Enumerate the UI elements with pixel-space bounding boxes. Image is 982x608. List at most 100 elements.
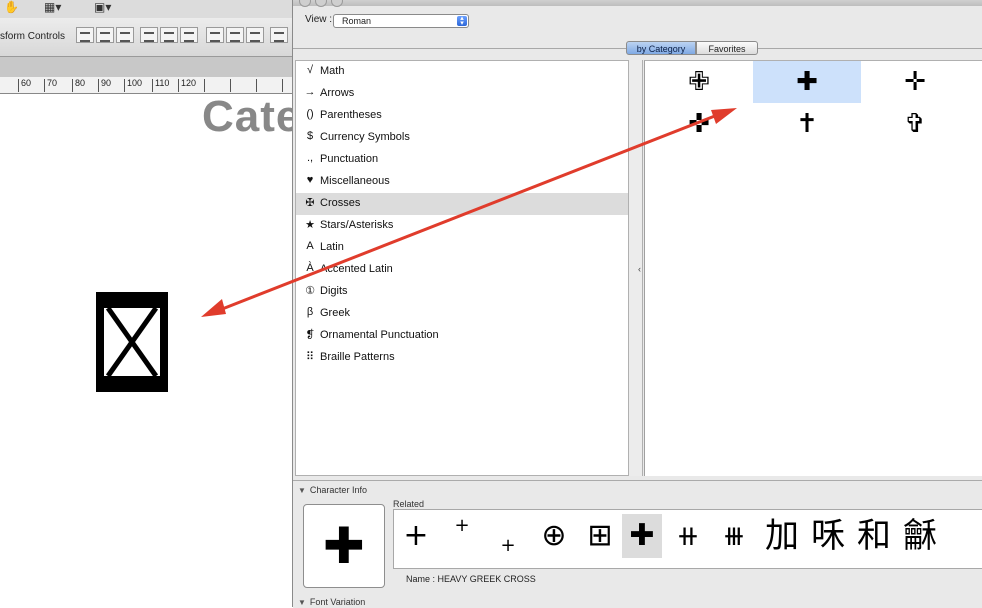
document-tab-strip [0,57,292,78]
ruler-label: 80 [75,78,86,88]
close-window-icon[interactable] [299,0,311,7]
ruler-label: 110 [155,78,170,88]
panel-layout-icon[interactable]: ▦▾ [44,0,61,14]
align-left-button[interactable] [140,27,158,43]
glyph-cell[interactable]: ✜ [645,103,753,145]
glyph-grid: ✙ ✚ ✛ ✜ ✝ ✞ [644,60,982,476]
ruler-label: 90 [101,78,112,88]
glyph-cell[interactable]: ✛ [861,61,969,103]
document-caption-text: Cate [202,92,302,141]
category-list: √ Math → Arrows () Parentheses $ Currency Sy… [295,60,629,476]
align-right-button[interactable] [180,27,198,43]
related-char[interactable]: 加 [760,514,804,558]
character-info-label: Character Info [309,485,367,495]
maltese-cross-icon: ✠ [305,197,315,209]
transform-controls-label: sform Controls [0,31,66,42]
align-top-button[interactable] [76,27,94,43]
arrow-icon: → [304,86,316,98]
parentheses-icon: () [306,108,314,120]
category-item-greek[interactable]: β Greek [296,303,628,325]
related-char[interactable]: 龢 [898,514,942,558]
view-select-value: Roman [342,16,372,26]
related-char[interactable]: 咊 [806,514,850,558]
related-char[interactable]: ⊞ [580,514,620,558]
font-variation-disclosure[interactable]: ▼ Font Variation [298,597,365,607]
tab-by-category[interactable]: by Category [626,41,696,55]
background-app-window: ✋ ▦▾ ▣▾ sform Controls 60 70 80 90 100 1… [0,0,300,607]
category-label: Parentheses [320,109,382,121]
align-bottom-button[interactable] [116,27,134,43]
ruler-label: 100 [127,78,143,88]
category-label: Ornamental Punctuation [320,329,439,341]
window-titlebar[interactable] [293,0,982,7]
category-item-accented-latin[interactable]: À Accented Latin [296,259,628,281]
related-char[interactable]: + [488,524,528,568]
screen-mode-icon[interactable]: ▣▾ [94,0,111,14]
category-label: Digits [320,285,348,297]
category-label: Braille Patterns [320,351,395,363]
characters-window: View : Roman ▴ ▾ by Category Favorites √ M… [292,0,982,608]
category-label: Math [320,65,345,77]
related-label: Related [393,499,425,509]
category-item-stars-asterisks[interactable]: ★ Stars/Asterisks [296,215,628,237]
view-select[interactable]: Roman ▴ ▾ [333,14,469,28]
transform-controls-bar: sform Controls [0,18,292,57]
character-info-disclosure[interactable]: ▼ Character Info [298,485,367,495]
category-item-crosses[interactable]: ✠ Crosses [296,193,628,215]
related-char[interactable]: ⧻ [714,514,754,558]
name-label: Name : [406,574,436,584]
related-char-selected[interactable]: ✚ [622,514,662,558]
related-char[interactable]: + [396,514,436,558]
tab-favorites[interactable]: Favorites [696,41,758,55]
accented-letter-icon: À [306,262,314,274]
braille-icon: ⠿ [305,351,315,363]
category-label: Miscellaneous [320,175,390,187]
circled-digit-icon: ① [305,285,315,297]
ruler-label: 120 [181,78,197,88]
related-char[interactable]: 和 [852,514,896,558]
pilcrow-icon: ❡ [305,329,315,341]
category-item-digits[interactable]: ① Digits [296,281,628,303]
align-middle-button[interactable] [96,27,114,43]
punctuation-icon: ., [306,152,314,164]
category-item-arrows[interactable]: → Arrows [296,83,628,105]
category-item-parentheses[interactable]: () Parentheses [296,105,628,127]
category-label: Stars/Asterisks [320,219,394,231]
related-char[interactable]: ⊕ [534,514,574,558]
glyph-cell[interactable]: ✞ [861,103,969,145]
category-label: Arrows [320,87,355,99]
related-characters-strip: + + + ⊕ ⊞ ✚ ⧺ ⧻ 加 咊 和 龢 [393,509,982,569]
pane-splitter-handle[interactable]: ‹ [638,264,641,274]
category-label: Latin [320,241,344,253]
minimize-window-icon[interactable] [315,0,327,7]
category-item-braille-patterns[interactable]: ⠿ Braille Patterns [296,347,628,369]
glyph-cell[interactable]: ✝ [753,103,861,145]
category-label: Punctuation [320,153,379,165]
glyph-cell-selected[interactable]: ✚ [753,61,861,103]
category-item-miscellaneous[interactable]: ♥ Miscellaneous [296,171,628,193]
distribute-middle-button[interactable] [226,27,244,43]
disclosure-triangle-icon: ▼ [298,486,306,495]
related-char[interactable]: ⧺ [668,514,708,558]
category-label: Accented Latin [320,263,393,275]
distribute-left-button[interactable] [270,27,288,43]
distribute-bottom-button[interactable] [246,27,264,43]
align-center-button[interactable] [160,27,178,43]
category-item-currency-symbols[interactable]: $ Currency Symbols [296,127,628,149]
related-char[interactable]: + [442,504,482,548]
background-toolbar: ✋ ▦▾ ▣▾ [0,0,292,19]
distribute-top-button[interactable] [206,27,224,43]
category-item-punctuation[interactable]: ., Punctuation [296,149,628,171]
category-item-ornamental-punctuation[interactable]: ❡ Ornamental Punctuation [296,325,628,347]
beta-icon: β [306,306,314,318]
font-variation-label: Font Variation [309,597,366,607]
category-item-latin[interactable]: A Latin [296,237,628,259]
glyph-cell[interactable]: ✙ [645,61,753,103]
heart-icon: ♥ [306,174,314,186]
character-name-value: HEAVY GREEK CROSS [437,574,536,584]
zoom-window-icon[interactable] [331,0,343,7]
star-icon: ★ [305,219,315,231]
hand-tool-icon[interactable]: ✋ [4,0,19,14]
character-info-section: ▼ Character Info ✚ Related + + + ⊕ ⊞ ✚ ⧺ … [293,480,982,608]
category-item-math[interactable]: √ Math [296,61,628,83]
